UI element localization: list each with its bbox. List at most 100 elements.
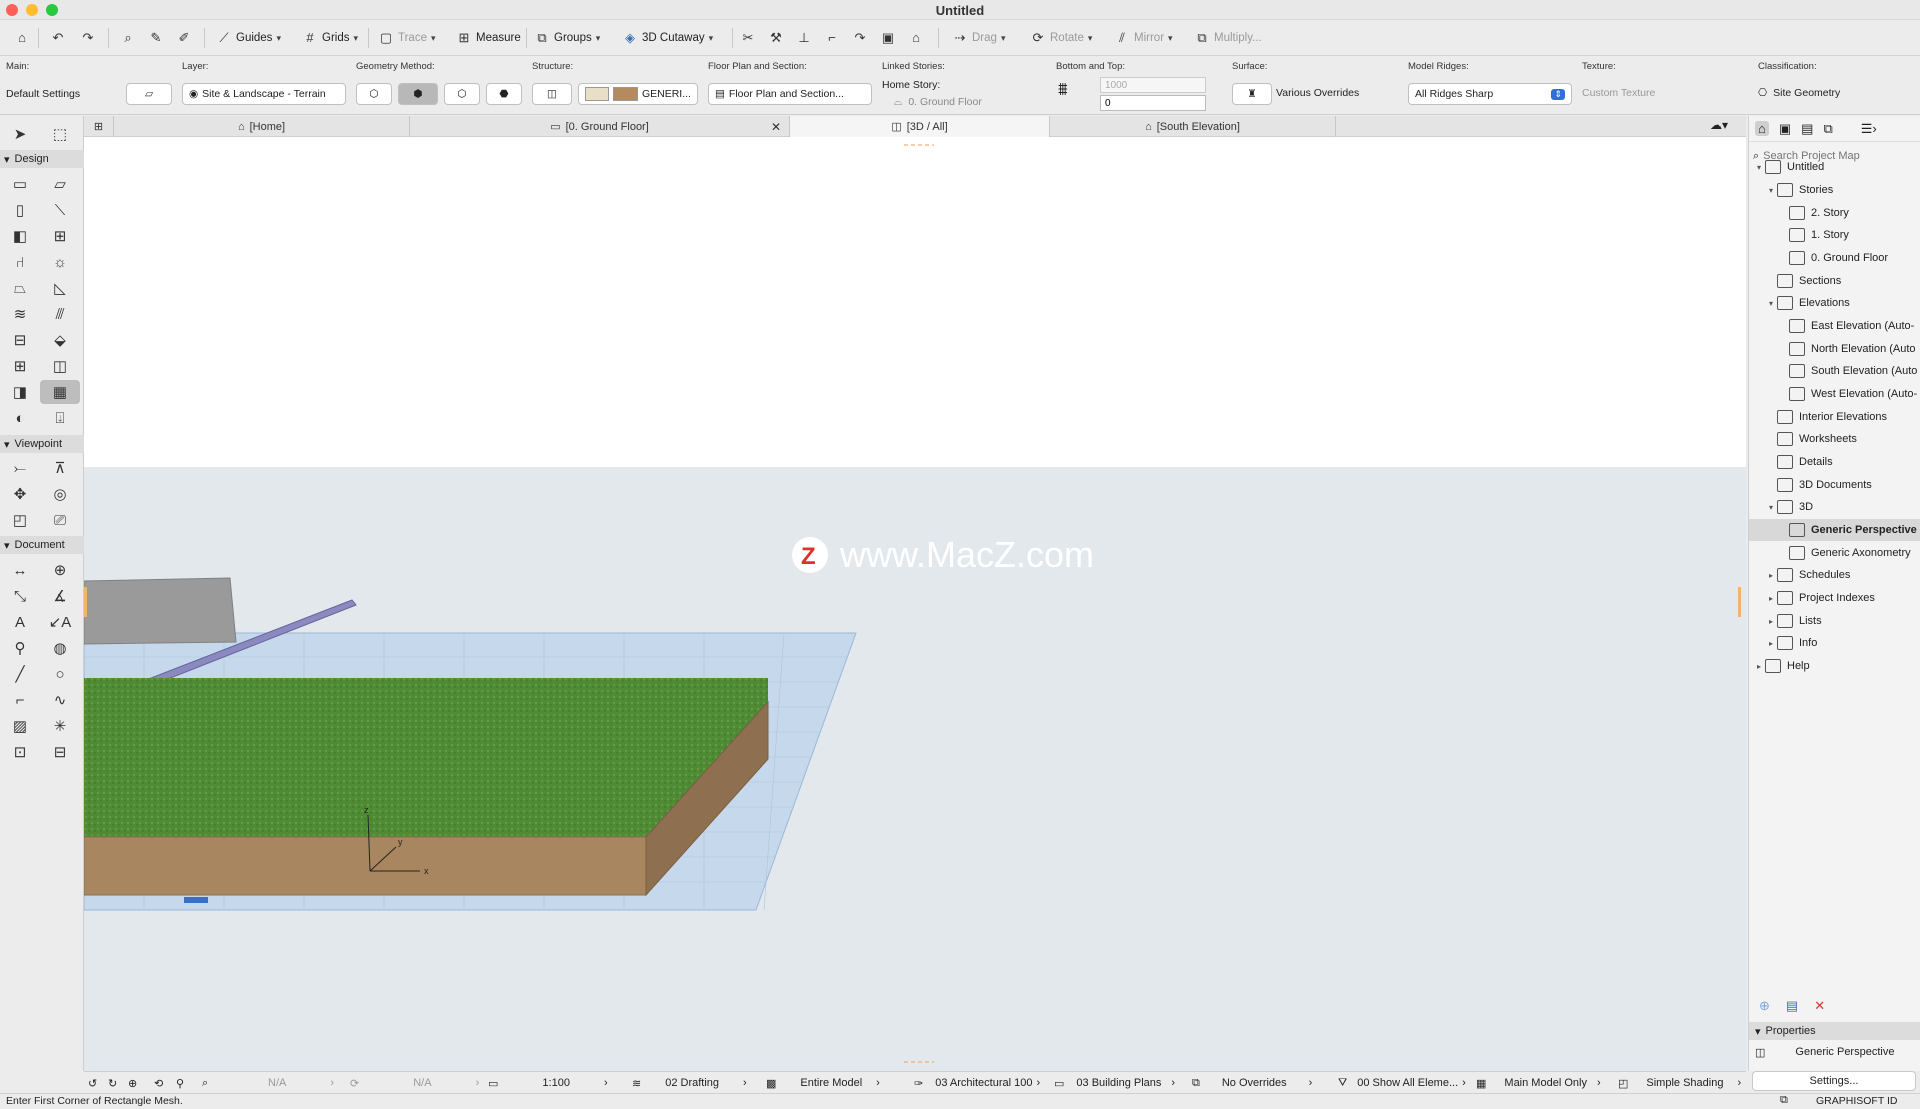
fps-settings[interactable]: ▤ Floor Plan and Section... (708, 83, 872, 105)
line-tool[interactable]: ╱ (6, 662, 34, 686)
text-tool[interactable]: A (6, 610, 34, 634)
groups-button[interactable]: ⧉ Groups ▾ (534, 20, 600, 56)
figure-tool[interactable]: ⊡ (6, 740, 34, 764)
wall-tool[interactable]: ▭ (6, 172, 34, 196)
surface-picker-button[interactable]: ♜ (1232, 83, 1272, 105)
model-selector[interactable]: ▩ Entire Model › (766, 1072, 880, 1094)
stair-tool[interactable]: ≋ (6, 302, 34, 326)
curtain-tool[interactable]: ◨ (6, 380, 34, 404)
adjust-button[interactable]: ⚒ (768, 20, 784, 56)
arc-tool[interactable]: ○ (46, 662, 74, 686)
measure-button[interactable]: ⊞ Measure (456, 20, 521, 56)
drawing-tool[interactable]: ⊟ (46, 740, 74, 764)
grids-button[interactable]: # Grids ▾ (302, 20, 358, 56)
nav-item-story-1[interactable]: 1. Story (1749, 224, 1920, 246)
rotate-button[interactable]: ⟳ Rotate ▾ (1030, 20, 1093, 56)
redo-zoom-button[interactable]: ↻ (108, 1072, 117, 1094)
label-tool[interactable]: ↙A (46, 610, 74, 634)
tab-home[interactable]: ⌂ [Home] (114, 116, 410, 137)
nav-item-north-elevation[interactable]: North Elevation (Auto (1749, 338, 1920, 360)
radial-dimension-tool[interactable]: ⤡ (6, 584, 34, 608)
camera-tool[interactable]: ⎚ (46, 508, 74, 532)
nav-item-worksheets[interactable]: Worksheets (1749, 428, 1920, 450)
nav-item-elevations[interactable]: ▾ Elevations (1749, 292, 1920, 314)
hotspot-tool[interactable]: ⚲ (6, 636, 34, 660)
nav-item-stories[interactable]: ▾ Stories (1749, 179, 1920, 201)
drag-button[interactable]: ⇢ Drag ▾ (952, 20, 1006, 56)
settings-dialog-button[interactable]: ▱ (126, 83, 172, 105)
opening-tool[interactable]: ◐ (6, 406, 34, 430)
explode-button[interactable]: ▣ (880, 20, 896, 56)
texture-value[interactable]: Custom Texture (1582, 87, 1655, 99)
classification-selector[interactable]: ⎔ Site Geometry (1758, 87, 1840, 99)
home-story-selector[interactable]: ⌓ 0. Ground Floor (894, 96, 1040, 109)
spline-tool[interactable]: ∿ (46, 688, 74, 712)
surface-value[interactable]: Various Overrides (1276, 87, 1359, 99)
geometry-simple-button[interactable]: ⬡ (356, 83, 392, 105)
nav-item-interior-elevations[interactable]: Interior Elevations (1749, 406, 1920, 428)
section-tool[interactable]: ⤚ (6, 456, 34, 480)
polyline-tool[interactable]: ⌐ (6, 688, 34, 712)
zoom-button[interactable]: ⊕ (128, 1072, 137, 1094)
redo-button[interactable]: ↷ (80, 20, 96, 56)
ridges-select[interactable]: All Ridges Sharp ⇕ (1408, 83, 1572, 105)
tab-3d-all[interactable]: ◫ [3D / All] (790, 116, 1050, 137)
renovation-selector[interactable]: ⛛ 00 Show All Eleme... › (1338, 1072, 1466, 1094)
guides-button[interactable]: ⟋ Guides ▾ (216, 20, 281, 56)
main-settings[interactable]: Default Settings (0, 83, 120, 105)
intersect-button[interactable]: ⊥ (796, 20, 812, 56)
new-view-button[interactable]: ⊕ (1759, 998, 1770, 1014)
publisher-tab[interactable]: ⧉ (1823, 121, 1832, 137)
walk-button[interactable]: ⚲ (176, 1072, 184, 1094)
nav-item-ground-floor[interactable]: 0. Ground Floor (1749, 247, 1920, 269)
orbit-button[interactable]: ⟲ (154, 1072, 163, 1094)
wall-end-tool[interactable]: ⍗ (46, 406, 74, 430)
lamp-tool[interactable]: ☼ (46, 250, 74, 274)
beam-tool[interactable]: ⟍ (46, 198, 74, 222)
shading-selector[interactable]: ◰ Simple Shading › (1618, 1072, 1741, 1094)
find-select-button[interactable]: ⌕ (120, 20, 136, 56)
grid-element-tool[interactable]: ◍ (46, 636, 74, 660)
properties-header[interactable]: ▾ Properties (1749, 1022, 1920, 1040)
project-map-tab[interactable]: ⌂ (1755, 121, 1769, 136)
arrow-tool[interactable]: ➤ (6, 122, 34, 146)
skylight-tool[interactable]: ⊞ (6, 354, 34, 378)
geometry-user-ridges-button[interactable]: ⬡ (444, 83, 480, 105)
morph-tool[interactable]: ⬙ (46, 328, 74, 352)
nav-item-generic-perspective[interactable]: Generic Perspective (1749, 519, 1920, 541)
roof-button[interactable]: ⌂ (908, 20, 924, 56)
undo-zoom-button[interactable]: ↺ (88, 1072, 97, 1094)
inject-button[interactable]: ✐ (176, 20, 192, 56)
mesh-tool[interactable]: ▦ (40, 380, 80, 404)
detail-tool[interactable]: ◰ (6, 508, 34, 532)
structure-display-selector[interactable]: ▦ Main Model Only › (1476, 1072, 1601, 1094)
pick-up-button[interactable]: ✎ (148, 20, 164, 56)
nav-item-3d-documents[interactable]: 3D Documents (1749, 474, 1920, 496)
slab-tool[interactable]: ▱ (46, 172, 74, 196)
door-tool[interactable]: ◧ (6, 224, 34, 248)
layout-book-tab[interactable]: ▤ (1801, 121, 1813, 137)
3d-scene[interactable]: x y z Z www.MacZ.com (84, 137, 1746, 1071)
nav-item-project-indexes[interactable]: ▸ Project Indexes (1749, 587, 1920, 609)
column-tool[interactable]: ▯ (6, 198, 34, 222)
structure-material-selector[interactable]: GENERI... (578, 83, 698, 105)
nav-item-info[interactable]: ▸ Info (1749, 632, 1920, 654)
dimension-tool[interactable]: ↔ (6, 558, 34, 582)
nav-item-west-elevation[interactable]: West Elevation (Auto- (1749, 383, 1920, 405)
cloud-sync-button[interactable]: ⧉ (1780, 1094, 1788, 1107)
nav-item-untitled[interactable]: ▾ Untitled (1749, 156, 1920, 178)
elevation-tool[interactable]: ⊼ (46, 456, 74, 480)
split-button[interactable]: ✂ (740, 20, 756, 56)
railing-tool[interactable]: ⫻ (46, 302, 74, 326)
trace-button[interactable]: ▢ Trace ▾ (378, 20, 436, 56)
viewpoint-section[interactable]: ▾ Viewpoint (0, 435, 84, 453)
fill-tool[interactable]: ▨ (6, 714, 34, 738)
marquee-tool[interactable]: ⬚ (46, 122, 74, 146)
mirror-button[interactable]: ⫽ Mirror ▾ (1114, 20, 1172, 56)
layer-selector[interactable]: ◉ Site & Landscape - Terrain (182, 83, 346, 105)
mvo-selector[interactable]: ▭ 03 Building Plans › (1054, 1072, 1175, 1094)
nav-item-3d[interactable]: ▾ 3D (1749, 496, 1920, 518)
worksheet-tool[interactable]: ◎ (46, 482, 74, 506)
fillet-button[interactable]: ⌐ (824, 20, 840, 56)
tab-overview-button[interactable]: ⊞ (84, 116, 114, 137)
